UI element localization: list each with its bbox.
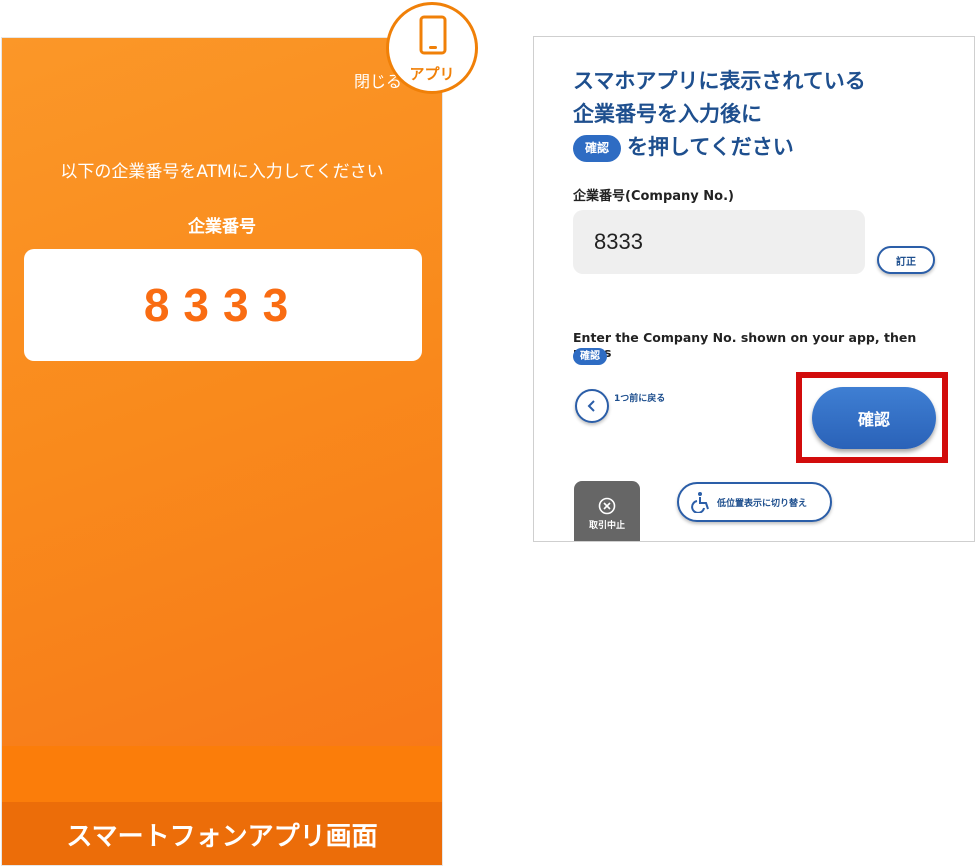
company-number-field-label: 企業番号(Company No.)	[573, 189, 734, 204]
instruction-text: 以下の企業番号をATMに入力してください	[60, 162, 384, 182]
title-line-3: 確認 を押してください	[573, 131, 866, 164]
company-number-card: 8333	[24, 249, 422, 361]
back-label: 1つ前に戻る	[614, 394, 666, 404]
smartphone-icon	[419, 15, 447, 55]
bottom-band	[2, 746, 442, 802]
title-line-3-text: を押してください	[627, 135, 794, 159]
confirm-button[interactable]: 確認	[812, 387, 936, 449]
wheelchair-icon	[691, 492, 709, 513]
smartphone-app-screen: 閉じる 以下の企業番号をATMに入力してください 企業番号 8333 スマートフ…	[1, 37, 443, 866]
confirm-chip-small: 確認	[573, 348, 607, 365]
back-button[interactable]	[575, 389, 609, 423]
confirm-chip: 確認	[573, 134, 622, 162]
screen-caption: スマートフォンアプリ画面	[2, 802, 442, 865]
app-badge-label: アプリ	[409, 65, 455, 83]
title-line-1: スマホアプリに表示されている	[573, 69, 866, 93]
cancel-transaction-button[interactable]: 取引中止	[574, 481, 640, 541]
low-position-label: 低位置表示に切り替え	[717, 498, 808, 509]
atm-instruction-title: スマホアプリに表示されている 企業番号を入力後に 確認 を押してください	[573, 65, 866, 164]
atm-screen: スマホアプリに表示されている 企業番号を入力後に 確認 を押してください 企業番号…	[533, 36, 975, 542]
cancel-label: 取引中止	[588, 521, 625, 531]
low-position-toggle-button[interactable]: 低位置表示に切り替え	[677, 482, 832, 522]
app-badge: アプリ	[386, 2, 478, 94]
english-instruction: Enter the Company No. shown on your app,…	[573, 330, 917, 360]
close-circle-icon	[598, 497, 616, 515]
company-number-value: 8333	[143, 279, 303, 331]
correct-button[interactable]: 訂正	[877, 246, 935, 274]
title-line-2: 企業番号を入力後に	[573, 102, 762, 126]
company-number-field[interactable]	[573, 210, 865, 274]
chevron-left-icon	[587, 400, 595, 412]
company-number-label: 企業番号	[188, 217, 256, 237]
